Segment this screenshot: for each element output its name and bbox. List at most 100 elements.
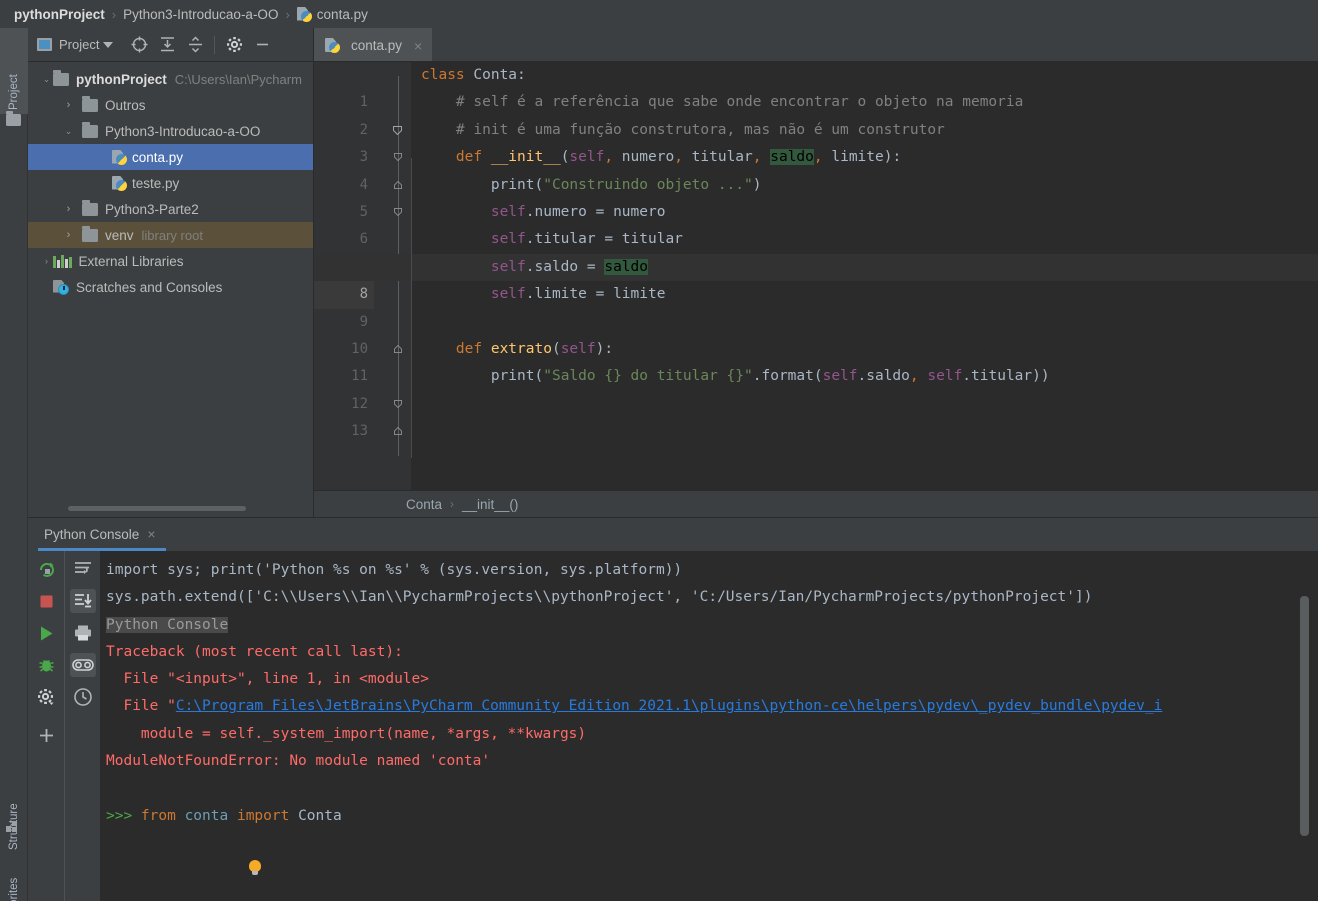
locate-target-icon[interactable] (125, 32, 153, 58)
close-icon[interactable]: × (414, 38, 422, 54)
console-scrollbar-thumb[interactable] (1300, 596, 1309, 836)
console-line: Traceback (most recent call last): (106, 639, 1318, 666)
chevron-right-icon[interactable]: › (62, 203, 75, 215)
settings-gear-icon[interactable] (33, 685, 59, 709)
console-body: import sys; print('Python %s on %s' % (s… (28, 551, 1318, 901)
fold-marker-icon[interactable] (394, 126, 403, 189)
sidebar-tab-project[interactable]: Project (0, 28, 28, 114)
chevron-right-icon[interactable]: › (62, 99, 75, 111)
preview-icon[interactable] (69, 653, 96, 677)
console-tab-strip: Python Console × (28, 518, 1318, 551)
libraries-icon (53, 254, 72, 268)
console-line-text: File " (106, 698, 176, 715)
toolbar-divider (214, 35, 216, 54)
project-tree-horizontal-scrollbar[interactable] (68, 506, 246, 511)
console-scrollbar[interactable] (1300, 551, 1312, 901)
hide-minus-icon[interactable] (248, 32, 276, 58)
code-line: 12 print("Saldo {} do titular {}".format… (314, 363, 1318, 436)
console-prompt-line[interactable]: >>> from conta import Conta (106, 803, 1318, 830)
expand-all-icon[interactable] (153, 32, 181, 58)
tree-row-conta-py[interactable]: conta.py (28, 144, 314, 170)
editor-tab-conta-py[interactable]: conta.py × (314, 28, 433, 61)
lightbulb-icon[interactable] (248, 860, 262, 878)
fold-marker-icon[interactable] (394, 372, 403, 436)
code-text: # self é a referência que sabe onde enco… (421, 94, 1024, 111)
console-run-toolbar (28, 551, 64, 901)
soft-wrap-icon[interactable] (70, 557, 96, 581)
tree-row-pythonproject[interactable]: ⌄ pythonProject C:\Users\Ian\Pycharm (28, 66, 314, 92)
traceback-file-link[interactable]: C:\Program Files\JetBrains\PyCharm Commu… (176, 698, 1162, 714)
indent-guide (411, 158, 412, 458)
folder-icon (82, 225, 98, 242)
tree-row-teste-py[interactable]: teste.py (28, 170, 314, 196)
tree-label: Python3-Parte2 (105, 201, 199, 217)
collapse-all-icon[interactable] (181, 32, 209, 58)
debug-icon[interactable] (33, 653, 59, 677)
tree-row-scratches[interactable]: Scratches and Consoles (28, 274, 314, 300)
chevron-down-icon[interactable]: ⌄ (62, 126, 75, 137)
left-tool-strip: Project Structure Favorites (0, 28, 28, 901)
tree-label: teste.py (132, 175, 180, 191)
run-icon[interactable] (33, 621, 59, 645)
python-console-panel: Python Console × import sys; print('Pyth… (28, 518, 1318, 901)
tab-python-console[interactable]: Python Console × (38, 520, 166, 551)
folder-icon (53, 69, 69, 86)
console-line-text: sys.path.extend(['C:\\Users\\Ian\\Pychar… (106, 589, 1093, 606)
breadcrumb-folder[interactable]: Python3-Introducao-a-OO (123, 7, 278, 22)
rerun-icon[interactable] (33, 557, 59, 581)
code-editor[interactable]: 1 class Conta: 2 # self é a referência q… (314, 62, 1318, 490)
code-line: 10 (314, 309, 1318, 357)
chevron-down-icon[interactable]: ⌄ (40, 74, 53, 85)
breadcrumb-class[interactable]: Conta (406, 497, 442, 512)
tree-sublabel: C:\Users\Ian\Pycharm (174, 71, 302, 87)
console-intention-row[interactable] (106, 830, 1318, 876)
add-icon[interactable] (33, 723, 59, 747)
breadcrumb-method[interactable]: __init__() (462, 497, 518, 512)
stop-icon[interactable] (33, 589, 59, 613)
code-line: 2 # self é a referência que sabe onde en… (314, 89, 1318, 162)
code-line: 5 print("Construindo objeto ...") (314, 172, 1318, 220)
console-line: import sys; print('Python %s on %s' % (s… (106, 557, 1318, 584)
tree-row-outros[interactable]: › Outros (28, 92, 314, 118)
chevron-right-icon[interactable]: › (62, 229, 75, 241)
fold-marker-icon[interactable] (394, 290, 403, 353)
window-mode-icon[interactable] (37, 38, 52, 51)
code-line: 6 self.numero = numero (314, 199, 1318, 247)
tree-row-python3-introducao[interactable]: ⌄ Python3-Introducao-a-OO (28, 118, 314, 144)
print-icon[interactable] (70, 621, 96, 645)
sidebar-tab-favorites[interactable]: Favorites (0, 854, 28, 901)
tree-sublabel: library root (141, 227, 203, 243)
fold-marker-icon[interactable] (394, 153, 403, 216)
console-line-text: module = self._system_import(name, *args… (106, 725, 587, 742)
scroll-to-end-icon[interactable] (69, 589, 96, 613)
tree-label: Scratches and Consoles (76, 279, 223, 295)
breadcrumb-file[interactable]: conta.py (317, 7, 368, 22)
fold-marker-icon[interactable] (393, 71, 402, 135)
chevron-down-icon[interactable] (103, 41, 114, 48)
fold-marker-icon[interactable] (394, 98, 403, 162)
code-text: def __init__(self, numero, titular, sald… (455, 149, 902, 166)
history-icon[interactable] (70, 685, 96, 709)
chevron-right-icon[interactable]: › (40, 256, 53, 266)
code-line: 1 class Conta: (314, 62, 1318, 135)
python-file-icon (297, 7, 312, 22)
line-number: 13 (351, 423, 368, 440)
code-line: 7 self.titular = titular (314, 226, 1318, 274)
sidebar-tab-structure[interactable]: Structure (0, 770, 28, 854)
sidebar-tab-project-label: Project (8, 74, 20, 110)
close-icon[interactable]: × (147, 526, 155, 542)
tree-row-external-libraries[interactable]: › External Libraries (28, 248, 314, 274)
settings-gear-icon[interactable] (220, 32, 248, 58)
code-text: class Conta: (421, 67, 526, 83)
code-text: self.limite = limite (490, 286, 666, 303)
breadcrumb-project[interactable]: pythonProject (14, 7, 105, 22)
fold-marker-icon[interactable] (394, 345, 403, 408)
console-header-label: Python Console (106, 616, 229, 633)
code-text: # init é uma função construtora, mas não… (421, 121, 945, 138)
console-output[interactable]: import sys; print('Python %s on %s' % (s… (100, 551, 1318, 901)
project-tree[interactable]: ⌄ pythonProject C:\Users\Ian\Pycharm › O… (28, 62, 314, 517)
console-line: File "C:\Program Files\JetBrains\PyCharm… (106, 693, 1318, 720)
tree-row-venv[interactable]: › venv library root (28, 222, 314, 248)
tree-label: pythonProject (76, 71, 167, 87)
tree-row-python3-parte2[interactable]: › Python3-Parte2 (28, 196, 314, 222)
